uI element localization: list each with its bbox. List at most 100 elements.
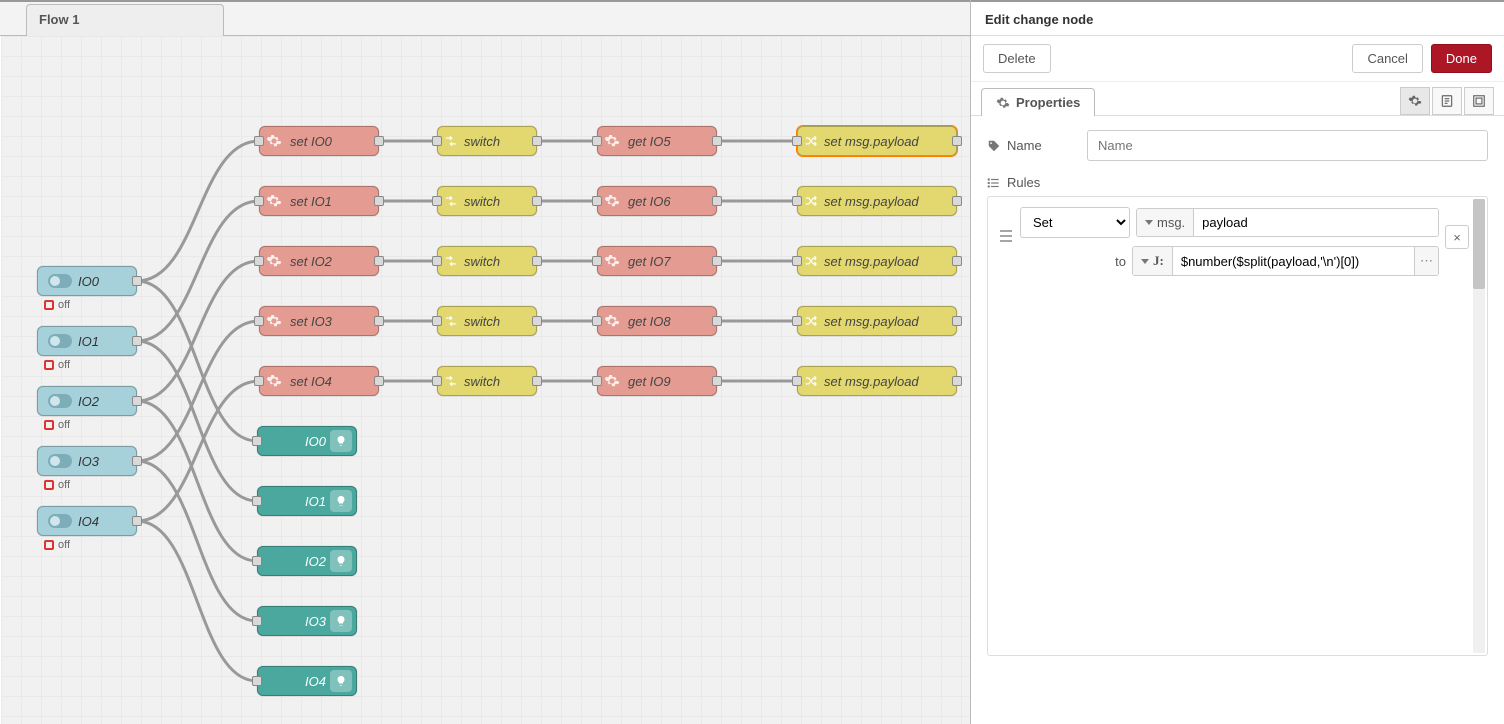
input-port[interactable] (792, 256, 802, 266)
input-port[interactable] (254, 196, 264, 206)
inject-button[interactable] (48, 454, 72, 468)
input-port[interactable] (792, 376, 802, 386)
property-type-toggle[interactable]: msg. (1137, 209, 1194, 236)
output-port[interactable] (132, 336, 142, 346)
exec-node[interactable]: get IO7 (597, 246, 717, 276)
output-port[interactable] (374, 196, 384, 206)
description-tab-icon[interactable] (1432, 87, 1462, 115)
output-port[interactable] (532, 196, 542, 206)
change-node[interactable]: set msg.payload (797, 126, 957, 156)
exec-node[interactable]: set IO4 (259, 366, 379, 396)
rule-value-field[interactable]: J: ⋯ (1132, 246, 1439, 276)
output-port[interactable] (712, 316, 722, 326)
inject-node[interactable]: IO2off (37, 386, 137, 416)
inject-button[interactable] (48, 334, 72, 348)
debug-node[interactable]: IO4 (257, 666, 357, 696)
output-port[interactable] (132, 456, 142, 466)
input-port[interactable] (592, 256, 602, 266)
output-port[interactable] (952, 136, 962, 146)
input-port[interactable] (432, 196, 442, 206)
input-port[interactable] (252, 436, 262, 446)
debug-node[interactable]: IO3 (257, 606, 357, 636)
input-port[interactable] (792, 136, 802, 146)
input-port[interactable] (432, 316, 442, 326)
remove-rule-button[interactable]: × (1445, 225, 1469, 249)
output-port[interactable] (374, 256, 384, 266)
output-port[interactable] (374, 376, 384, 386)
output-port[interactable] (952, 256, 962, 266)
input-port[interactable] (592, 376, 602, 386)
output-port[interactable] (712, 136, 722, 146)
debug-toggle[interactable] (330, 490, 352, 512)
input-port[interactable] (252, 496, 262, 506)
inject-button[interactable] (48, 394, 72, 408)
exec-node[interactable]: set IO1 (259, 186, 379, 216)
input-port[interactable] (592, 136, 602, 146)
rule-property-field[interactable]: msg. (1136, 208, 1439, 237)
debug-toggle[interactable] (330, 670, 352, 692)
property-name-input[interactable] (1194, 209, 1438, 236)
output-port[interactable] (132, 516, 142, 526)
input-port[interactable] (252, 616, 262, 626)
exec-node[interactable]: get IO5 (597, 126, 717, 156)
exec-node[interactable]: set IO3 (259, 306, 379, 336)
inject-node[interactable]: IO3off (37, 446, 137, 476)
exec-node[interactable]: set IO0 (259, 126, 379, 156)
exec-node[interactable]: get IO9 (597, 366, 717, 396)
expand-icon[interactable] (1464, 87, 1494, 115)
input-port[interactable] (592, 316, 602, 326)
input-port[interactable] (252, 556, 262, 566)
inject-node[interactable]: IO0off (37, 266, 137, 296)
output-port[interactable] (132, 396, 142, 406)
debug-toggle[interactable] (330, 610, 352, 632)
output-port[interactable] (712, 376, 722, 386)
inject-node[interactable]: IO4off (37, 506, 137, 536)
change-node[interactable]: set msg.payload (797, 306, 957, 336)
debug-toggle[interactable] (330, 430, 352, 452)
cancel-button[interactable]: Cancel (1352, 44, 1422, 73)
input-port[interactable] (254, 256, 264, 266)
flow-canvas[interactable]: IO0off IO1off IO2off IO3off IO4off set IO0 set… (1, 36, 970, 724)
output-port[interactable] (532, 256, 542, 266)
debug-toggle[interactable] (330, 550, 352, 572)
expand-editor-button[interactable]: ⋯ (1414, 247, 1438, 275)
exec-node[interactable]: set IO2 (259, 246, 379, 276)
input-port[interactable] (792, 196, 802, 206)
change-node[interactable]: set msg.payload (797, 246, 957, 276)
output-port[interactable] (712, 196, 722, 206)
done-button[interactable]: Done (1431, 44, 1492, 73)
output-port[interactable] (532, 316, 542, 326)
value-input[interactable] (1173, 247, 1414, 275)
output-port[interactable] (132, 276, 142, 286)
input-port[interactable] (254, 136, 264, 146)
input-port[interactable] (252, 676, 262, 686)
change-node[interactable]: set msg.payload (797, 366, 957, 396)
value-type-toggle[interactable]: J: (1133, 247, 1173, 275)
exec-node[interactable]: get IO6 (597, 186, 717, 216)
inject-button[interactable] (48, 514, 72, 528)
tab-properties[interactable]: Properties (981, 88, 1095, 116)
debug-node[interactable]: IO2 (257, 546, 357, 576)
name-field[interactable] (1087, 130, 1488, 161)
change-node[interactable]: set msg.payload (797, 186, 957, 216)
delete-button[interactable]: Delete (983, 44, 1051, 73)
input-port[interactable] (432, 376, 442, 386)
output-port[interactable] (952, 316, 962, 326)
output-port[interactable] (374, 316, 384, 326)
input-port[interactable] (254, 376, 264, 386)
output-port[interactable] (952, 196, 962, 206)
switch-node[interactable]: switch (437, 306, 537, 336)
input-port[interactable] (432, 136, 442, 146)
output-port[interactable] (532, 136, 542, 146)
switch-node[interactable]: switch (437, 186, 537, 216)
input-port[interactable] (432, 256, 442, 266)
rules-scrollbar[interactable] (1473, 199, 1485, 653)
grip-icon[interactable] (1000, 229, 1012, 246)
input-port[interactable] (592, 196, 602, 206)
input-port[interactable] (254, 316, 264, 326)
output-port[interactable] (532, 376, 542, 386)
exec-node[interactable]: get IO8 (597, 306, 717, 336)
switch-node[interactable]: switch (437, 246, 537, 276)
debug-node[interactable]: IO1 (257, 486, 357, 516)
inject-node[interactable]: IO1off (37, 326, 137, 356)
